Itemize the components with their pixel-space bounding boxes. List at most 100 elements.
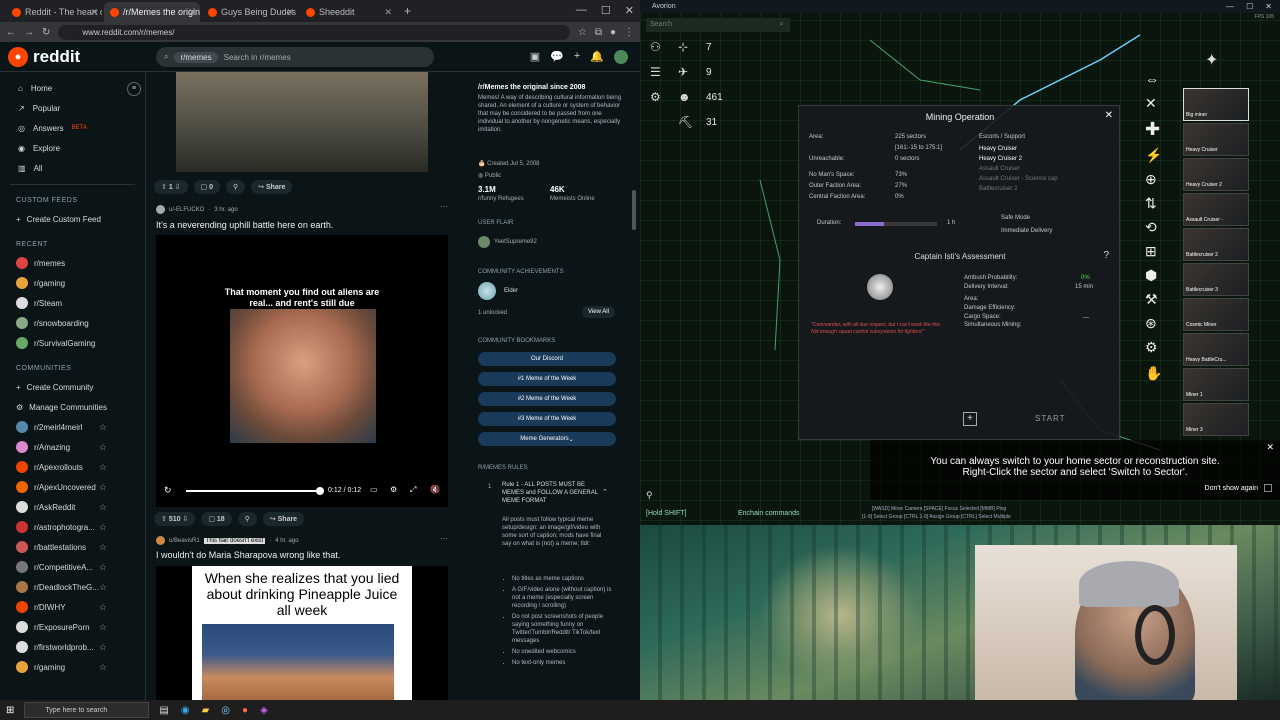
escort-item[interactable]: Battlecruiser 2 <box>979 186 1089 192</box>
procure-icon[interactable]: ⊛ <box>1145 315 1157 332</box>
vote-control[interactable]: ⇧ 510 ⇩ <box>154 512 196 526</box>
menu-dots-icon[interactable]: ⋮ <box>624 27 634 38</box>
user-flair[interactable]: YeetSupreme92 <box>478 236 537 248</box>
arrows-icon[interactable]: ⇔ <box>1145 71 1159 87</box>
maximize-icon[interactable]: ☐ <box>1246 2 1253 11</box>
recent-snowboarding[interactable]: r/snowboarding <box>0 313 145 333</box>
share-button[interactable]: ↪ Share <box>251 180 293 194</box>
close-icon[interactable]: ✕ <box>1266 442 1274 453</box>
video-progress-knob[interactable] <box>316 487 324 495</box>
scout-icon[interactable]: ⚡ <box>1145 147 1162 164</box>
dont-show-again[interactable]: Don't show again <box>1205 484 1272 492</box>
gear-icon[interactable]: ⚙ <box>650 90 666 104</box>
community-item[interactable]: r/gaming ☆ <box>0 657 145 677</box>
recent-steam[interactable]: r/Steam <box>0 293 145 313</box>
community-item[interactable]: r/astrophotogra... ☆ <box>0 517 145 537</box>
community-item[interactable]: r/AskReddit ☆ <box>0 497 145 517</box>
recent-survivalgaming[interactable]: r/SurvivalGaming <box>0 333 145 353</box>
bookmark-meme-generators[interactable]: Meme Generators ⌄ <box>478 432 616 446</box>
scrollbar-thumb[interactable] <box>632 190 636 230</box>
ship-card[interactable]: Assault Cruiser - <box>1183 193 1249 226</box>
ship-card[interactable]: Heavy Cruiser 2 <box>1183 158 1249 191</box>
obs-icon[interactable]: ◈ <box>260 705 268 716</box>
view-all-button[interactable]: View All <box>582 306 615 318</box>
favorite-star-icon[interactable]: ☆ <box>99 542 107 553</box>
community-item[interactable]: r/Apexrollouts ☆ <box>0 457 145 477</box>
search-chip[interactable]: r/memes <box>174 51 218 63</box>
add-icon[interactable]: + <box>963 412 977 426</box>
bookmark-discord[interactable]: Our Discord <box>478 352 616 366</box>
nav-explore[interactable]: ◉ Explore <box>0 138 145 158</box>
notifications-icon[interactable]: 🔔 <box>590 50 604 64</box>
replay-icon[interactable]: ↻ <box>164 485 172 496</box>
close-icon[interactable]: ✕ <box>286 7 294 18</box>
award-button[interactable]: ⚲ <box>237 512 257 526</box>
ship-card[interactable]: Cosmic Miner <box>1183 298 1249 331</box>
salvage-icon[interactable]: ⚒ <box>1145 291 1158 308</box>
post-image-soldiers[interactable] <box>176 72 428 172</box>
ship-card[interactable]: Heavy Cruiser <box>1183 123 1249 156</box>
close-icon[interactable]: ✕ <box>90 7 98 18</box>
firefox-icon[interactable]: ● <box>242 705 248 716</box>
task-view-icon[interactable]: ▤ <box>159 705 168 716</box>
star-bookmark-icon[interactable]: ☆ <box>578 27 587 38</box>
url-field[interactable]: www.reddit.com/r/memes/ <box>58 24 570 40</box>
tab-reddit-home[interactable]: Reddit - The heart of the intern✕ <box>6 2 102 22</box>
favorite-star-icon[interactable]: ☆ <box>99 422 107 433</box>
bookmark-meme-week-2[interactable]: #2 Meme of the Week <box>478 392 616 406</box>
achievement-badge-icon[interactable] <box>478 282 496 300</box>
nav-home[interactable]: ⌂ Home <box>0 78 145 98</box>
favorite-star-icon[interactable]: ☆ <box>99 562 107 573</box>
map-search-input[interactable]: Search <box>646 18 790 32</box>
ship-card[interactable]: Battlecruiser 2 <box>1183 228 1249 261</box>
cross-swords-icon[interactable]: ✕ <box>1145 95 1157 112</box>
reddit-logo[interactable]: ● reddit <box>8 46 80 67</box>
video-progress-bar[interactable] <box>186 490 320 492</box>
ship-card[interactable]: Battlecruiser 3 <box>1183 263 1249 296</box>
community-item[interactable]: r/ExposurePorn ☆ <box>0 617 145 637</box>
more-options-icon[interactable]: ··· <box>440 534 448 543</box>
settings-gear-icon[interactable]: ⚙ <box>1145 339 1158 356</box>
post-title[interactable]: It's a neverending uphill battle here on… <box>156 220 333 230</box>
favorite-star-icon[interactable]: ☆ <box>99 502 107 513</box>
create-community[interactable]: + Create Community <box>0 377 145 397</box>
ship-card[interactable]: Big miner <box>1183 88 1249 121</box>
minimize-icon[interactable]: — <box>576 4 587 17</box>
close-icon[interactable]: ✕ <box>1105 110 1113 121</box>
profile-icon[interactable]: ● <box>610 27 616 38</box>
repair-plus-icon[interactable]: ✚ <box>1145 119 1160 140</box>
post-title[interactable]: I wouldn't do Maria Sharapova wrong like… <box>156 550 340 560</box>
favorite-star-icon[interactable]: ☆ <box>99 482 107 493</box>
avatar[interactable] <box>614 50 628 64</box>
checkbox[interactable] <box>1264 484 1272 492</box>
trade-icon[interactable]: ⇅ <box>1145 195 1157 212</box>
maximize-icon[interactable]: ☐ <box>601 4 611 17</box>
captions-icon[interactable]: ▭ <box>370 485 378 494</box>
community-item[interactable]: r/DIWHY ☆ <box>0 597 145 617</box>
help-icon[interactable]: ? <box>1103 250 1109 261</box>
favorite-star-icon[interactable]: ☆ <box>99 662 107 673</box>
favorite-star-icon[interactable]: ☆ <box>99 442 107 453</box>
custom-feeds-header[interactable]: CUSTOM FEEDS <box>0 193 145 209</box>
crew-icon[interactable]: ☻ <box>678 90 694 104</box>
close-icon[interactable]: ✕ <box>188 7 196 18</box>
bookmark-meme-week-3[interactable]: #3 Meme of the Week <box>478 412 616 426</box>
community-item[interactable]: r/firstworldprob... ☆ <box>0 637 145 657</box>
tab-memes[interactable]: /r/Memes the original since 20✕ <box>104 2 200 22</box>
escort-item[interactable]: Heavy Cruiser <box>979 146 1089 152</box>
favorite-star-icon[interactable]: ☆ <box>99 602 107 613</box>
target-icon[interactable]: ⊕ <box>1145 171 1157 188</box>
nav-all[interactable]: ▥ All <box>0 158 145 178</box>
close-window-icon[interactable]: ✕ <box>625 4 634 17</box>
immediate-delivery-toggle[interactable]: Immediate Delivery <box>1001 228 1052 234</box>
new-tab-icon[interactable]: + <box>404 4 411 18</box>
ship-icon[interactable]: ✈ <box>678 65 694 79</box>
reload-icon[interactable]: ↻ <box>42 27 50 38</box>
favorite-star-icon[interactable]: ☆ <box>99 522 107 533</box>
favorite-star-icon[interactable]: ☆ <box>99 582 107 593</box>
recent-header[interactable]: RECENT <box>0 237 145 253</box>
ship-card[interactable]: Miner 3 <box>1183 403 1249 436</box>
manage-communities[interactable]: ⚙ Manage Communities <box>0 397 145 417</box>
ads-icon[interactable]: ▣ <box>530 50 540 64</box>
collapse-menu-icon[interactable]: ≡ <box>127 82 141 96</box>
